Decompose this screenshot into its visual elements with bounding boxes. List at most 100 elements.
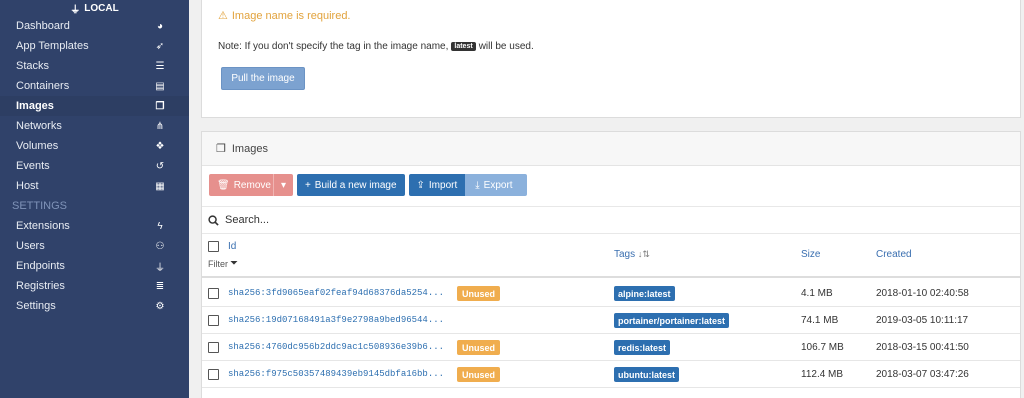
sidebar-item-label: Containers xyxy=(16,80,70,92)
tag-note: Note: If you don't specify the tag in th… xyxy=(218,41,534,52)
images-heading: ❐ Images xyxy=(202,132,1020,166)
image-id-link[interactable]: sha256:3fd9065eaf02feaf94d68376da5254... xyxy=(228,288,444,298)
search-icon xyxy=(208,214,219,226)
id-column-header[interactable]: Id xyxy=(228,241,236,252)
row-checkbox[interactable] xyxy=(208,342,219,353)
import-button[interactable]: ⇪ Import xyxy=(408,174,466,196)
import-export-group: ⇪ Import ⤓ Export xyxy=(408,174,527,196)
download-icon: ⤓ xyxy=(475,179,480,191)
sidebar-item-app-templates[interactable]: App Templates ➶ xyxy=(0,36,189,56)
sidebar-item-events[interactable]: Events ↺ xyxy=(0,156,189,176)
sidebar-item-images[interactable]: Images ❐ xyxy=(0,96,189,116)
images-panel: ❐ Images 🗑 Remove ▾ + Build a new image … xyxy=(201,131,1021,398)
sidebar-item-label: Endpoints xyxy=(16,260,65,272)
sidebar-item-containers[interactable]: Containers ▤ xyxy=(0,76,189,96)
id-filter[interactable]: Filter ⏷ xyxy=(208,258,238,269)
warning-icon: ⚠ xyxy=(218,10,228,22)
remove-dropdown-toggle[interactable]: ▾ xyxy=(272,174,293,196)
users-icon: ⚇ xyxy=(155,240,165,252)
tags-column-header[interactable]: Tags ↓⇅ xyxy=(614,249,650,260)
images-title: Images xyxy=(231,142,268,155)
th-list-icon: ☰ xyxy=(155,60,165,72)
cogs-icon: ⚙ xyxy=(155,300,165,312)
image-id-link[interactable]: sha256:4760dc956b2ddc9ac1c508936e39b6... xyxy=(228,342,444,352)
search-input[interactable] xyxy=(225,214,525,226)
build-image-button[interactable]: + Build a new image xyxy=(296,174,405,196)
clone-icon: ❐ xyxy=(155,100,165,112)
image-created: 2018-03-07 03:47:26 xyxy=(876,369,969,380)
upload-icon: ⇪ xyxy=(416,179,425,191)
cubes-icon: ❖ xyxy=(155,140,165,152)
filter-icon: ⏷ xyxy=(230,258,238,269)
image-id-link[interactable]: sha256:19d07168491a3f9e2798a9bed96544... xyxy=(228,315,444,325)
endpoint-header: ⏚ LOCAL xyxy=(0,0,189,16)
clone-icon: ❐ xyxy=(216,143,226,155)
database-icon: ≣ xyxy=(155,280,165,292)
sidebar-item-volumes[interactable]: Volumes ❖ xyxy=(0,136,189,156)
unused-badge: Unused xyxy=(457,286,501,301)
unused-badge: Unused xyxy=(457,340,501,355)
history-icon: ↺ xyxy=(155,160,165,172)
sidebar-item-label: Users xyxy=(16,240,45,252)
sidebar-item-dashboard[interactable]: Dashboard ◕ xyxy=(0,16,189,36)
row-checkbox[interactable] xyxy=(208,288,219,299)
plug-icon: ⏚ xyxy=(155,262,165,274)
sidebar-item-label: App Templates xyxy=(16,40,89,52)
image-created: 2018-03-15 00:41:50 xyxy=(876,342,969,353)
plus-icon: + xyxy=(304,179,311,191)
sidebar-item-label: Images xyxy=(16,100,54,112)
size-column-header[interactable]: Size xyxy=(801,249,820,260)
validation-warning: ⚠ Image name is required. xyxy=(218,9,351,23)
remove-button[interactable]: 🗑 Remove xyxy=(209,174,277,196)
sidebar-item-label: Networks xyxy=(16,120,62,132)
image-tag: ubuntu:latest xyxy=(614,367,679,382)
remove-group: 🗑 Remove ▾ xyxy=(209,174,293,196)
sidebar-item-label: Registries xyxy=(16,280,65,292)
unused-badge: Unused xyxy=(457,367,501,382)
settings-header: SETTINGS xyxy=(12,200,68,212)
row-checkbox[interactable] xyxy=(208,369,219,380)
trash-icon: 🗑 xyxy=(217,179,230,191)
created-column-header[interactable]: Created xyxy=(876,249,912,260)
image-created: 2018-01-10 02:40:58 xyxy=(876,288,969,299)
th-icon: ▦ xyxy=(155,180,165,192)
sidebar-item-networks[interactable]: Networks ⋔ xyxy=(0,116,189,136)
sidebar-item-label: Stacks xyxy=(16,60,50,72)
sidebar-item-label: Host xyxy=(16,180,39,192)
image-size: 4.1 MB xyxy=(801,288,833,299)
export-button[interactable]: ⤓ Export xyxy=(465,174,527,196)
sidebar-item-users[interactable]: Users ⚇ xyxy=(0,236,189,256)
sidebar-item-registries[interactable]: Registries ≣ xyxy=(0,276,189,296)
sidebar-item-stacks[interactable]: Stacks ☰ xyxy=(0,56,189,76)
sidebar-item-settings[interactable]: Settings ⚙ xyxy=(0,296,189,316)
image-tag: redis:latest xyxy=(614,340,671,355)
sidebar-item-endpoints[interactable]: Endpoints ⏚ xyxy=(0,256,189,276)
image-created: 2019-03-05 10:11:17 xyxy=(876,315,969,326)
image-tag: alpine:latest xyxy=(614,286,675,301)
note-suffix: will be used. xyxy=(478,41,534,52)
image-size: 112.4 MB xyxy=(801,369,844,380)
rocket-icon: ➶ xyxy=(155,40,165,52)
sidebar-item-host[interactable]: Host ▦ xyxy=(0,176,189,196)
image-size: 74.1 MB xyxy=(801,315,839,326)
bolt-icon: ϟ xyxy=(157,220,163,232)
select-all-checkbox[interactable] xyxy=(208,241,219,252)
sidebar-item-label: Events xyxy=(16,160,50,172)
table-row: sha256:3fd9065eaf02feaf94d68376da5254...… xyxy=(202,280,1020,307)
pull-image-button[interactable]: Pull the image xyxy=(221,67,305,90)
sort-alpha-icon: ↓⇅ xyxy=(637,249,650,259)
note-tag: latest xyxy=(451,42,476,51)
table-row: sha256:f975c50357489439eb9145dbfa16bb...… xyxy=(202,361,1020,388)
image-id-link[interactable]: sha256:f975c50357489439eb9145dbfa16bb... xyxy=(228,369,444,379)
sidebar-item-label: Volumes xyxy=(16,140,59,152)
images-toolbar: 🗑 Remove ▾ + Build a new image ⇪ Import … xyxy=(209,174,527,196)
plug-icon: ⏚ xyxy=(70,4,81,16)
row-checkbox[interactable] xyxy=(208,315,219,326)
sidebar-item-label: Extensions xyxy=(16,220,70,232)
import-label: Import xyxy=(428,179,458,191)
sidebar-item-extensions[interactable]: Extensions ϟ xyxy=(0,216,189,236)
table-row: sha256:19d07168491a3f9e2798a9bed96544...… xyxy=(202,307,1020,334)
tags-header-label: Tags xyxy=(614,249,636,260)
endpoint-label: LOCAL xyxy=(84,2,119,14)
export-label: Export xyxy=(483,179,513,191)
